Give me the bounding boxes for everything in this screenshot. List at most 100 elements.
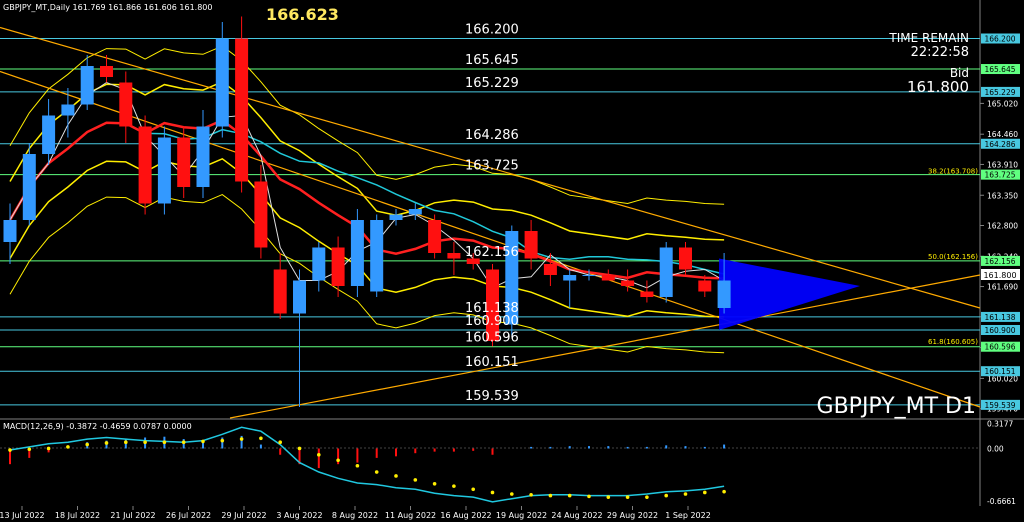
macd-signal-dot [8,448,12,452]
candle-body [659,247,673,297]
candle-body [177,137,191,187]
macd-signal-dot [413,478,418,482]
candle-body [3,220,17,242]
time-tick-label: 26 Jul 2022 [166,511,211,520]
level-label: 165.645 [465,53,519,68]
macd-signal-dot [452,484,456,488]
symbol-info: GBPJPY_MT,Daily 161.769 161.866 161.606 … [3,3,212,12]
time-remain-label: TIME REMAIN [888,31,969,45]
level-tag-text: 165.645 [984,65,1015,74]
time-tick-label: 18 Jul 2022 [55,511,100,520]
candle-body [370,220,384,292]
macd-signal-dot [104,441,109,445]
candle-body [447,253,461,259]
macd-signal-dot [394,474,398,478]
macd-signal-dot [27,447,32,452]
macd-signal-dot [220,438,225,443]
candle-body [621,280,635,286]
level-label: 163.725 [465,159,519,174]
macd-axis-label: 0.00 [987,444,1004,453]
level-tag-text: 163.725 [984,171,1015,180]
macd-signal-dot [529,492,533,497]
level-label: 160.900 [465,314,519,329]
level-tag-text: 164.286 [984,140,1015,149]
time-axis: 13 Jul 2022 18 Jul 2022 21 Jul 2022 26 Jul … [0,506,711,520]
time-tick-label: 21 Jul 2022 [110,511,155,520]
candle-body [717,280,731,308]
price-tick-label: 163.910 [987,160,1018,169]
macd-signal-dot [374,470,379,474]
macd-signal-dot [722,489,726,494]
time-tick-label: 19 Aug 2022 [496,511,547,520]
macd-signal-dot [625,495,630,499]
fib-label: 38.2(163.708) [928,168,978,176]
price-tick-label: 161.690 [987,283,1018,292]
candle-body [196,126,210,187]
level-tag-text: 162.156 [984,257,1015,266]
candle-body [698,280,712,292]
level-tag-text: 160.151 [984,367,1015,376]
macd-signal-dot [548,493,553,498]
macd-signal-dot [85,442,89,447]
macd-axis-label: -0.6661 [987,497,1016,506]
candle-body [679,247,692,270]
candle-body [235,38,249,182]
candle-body [157,137,171,204]
macd-signal-dot [239,437,244,441]
macd-pane-bg [0,420,980,506]
macd-signal-dot [124,440,128,444]
level-tag-text: 161.138 [984,313,1015,322]
macd-signal-dot [490,490,495,495]
price-tick-label: 162.800 [987,222,1018,231]
macd-signal-dot [683,492,688,496]
forex-chart[interactable]: 166.200 165.645 165.229 164.286 163.725 162.1… [0,0,1024,522]
time-tick-label: 13 Jul 2022 [0,511,45,520]
candle-body [100,66,113,77]
level-label: 160.596 [465,331,519,346]
candle-body [119,82,133,127]
time-tick-label: 1 Sep 2022 [665,511,711,520]
level-label: 164.286 [465,128,519,143]
candle-body [138,126,152,204]
time-tick-label: 24 Aug 2022 [551,511,602,520]
macd-signal-dot [471,487,476,492]
macd-signal-dot [201,439,205,444]
time-tick-label: 3 Aug 2022 [276,511,322,520]
macd-signal-dot [432,482,437,486]
macd-signal-dot [703,490,707,495]
macd-axis: 0.3177 0.00 -0.6661 [987,420,1016,506]
high-label: 166.623 [266,5,339,24]
bid-price-tag-text: 161.800 [983,271,1016,280]
price-tick-label: 165.020 [987,99,1018,108]
symbol-timeframe-watermark: GBPJPY_MT D1 [817,394,976,419]
candle-body [254,181,268,248]
level-tag-text: 166.200 [984,35,1015,44]
bid-price-tag: 161.800 [981,269,1020,280]
candle-body [563,275,577,281]
candle-body [350,220,364,286]
macd-signal-dot [143,440,147,444]
fib-label: 50.0(162.156) [928,253,978,261]
macd-signal-dot [162,440,167,444]
level-label: 165.229 [465,76,519,91]
level-tag-text: 165.229 [984,88,1015,97]
level-label: 166.200 [465,23,519,38]
level-tag-text: 159.539 [984,401,1015,410]
price-tick-label: 164.460 [987,130,1018,139]
time-remain-value: 22:22:58 [911,45,969,60]
candle-body [312,247,326,281]
level-label: 162.156 [465,245,519,260]
candle-body [640,291,654,297]
candle-body [80,66,94,105]
time-tick-label: 29 Aug 2022 [607,511,658,520]
candle-body [22,154,36,220]
time-tick-label: 8 Aug 2022 [332,511,378,520]
macd-signal-dot [664,493,668,498]
macd-info: MACD(12,26,9) -0.3872 -0.4659 0.0787 0.0… [3,422,192,431]
candle-body [543,264,557,275]
candle-body [61,104,75,116]
candle-body [408,209,422,215]
candle-body [601,275,615,281]
candle-body [389,214,403,220]
macd-signal-dot [259,436,263,441]
